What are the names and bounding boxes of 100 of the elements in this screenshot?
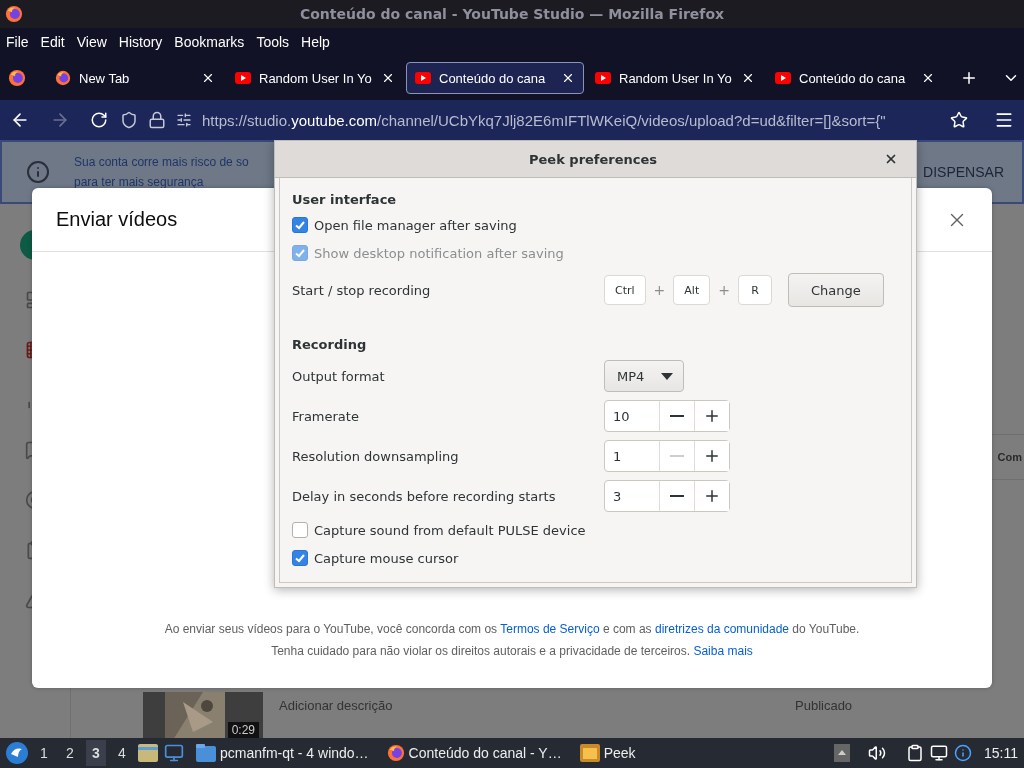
permissions-icon[interactable] xyxy=(176,112,192,128)
tab-title: Random User In Yo xyxy=(259,70,372,86)
desktop-icon[interactable] xyxy=(164,743,184,763)
tab-title: Random User In Yo xyxy=(619,70,732,86)
bookmark-star-icon[interactable] xyxy=(950,111,968,129)
close-icon[interactable] xyxy=(561,71,575,85)
browser-tab[interactable]: Random User In Yo xyxy=(226,62,404,94)
close-icon[interactable] xyxy=(381,71,395,85)
dialog-title: Peek preferences xyxy=(529,151,659,167)
spin-field[interactable]: 1 xyxy=(604,440,730,472)
minus-icon xyxy=(670,495,684,497)
firefox-icon xyxy=(386,744,405,762)
checkbox-label: Capture mouse cursor xyxy=(314,550,459,566)
column-header: Com xyxy=(997,451,1022,463)
folder-icon xyxy=(196,744,216,762)
menu-icon[interactable] xyxy=(994,110,1014,130)
checkbox[interactable] xyxy=(292,217,308,233)
close-icon[interactable] xyxy=(884,152,898,166)
section-heading: User interface xyxy=(292,192,398,207)
change-button[interactable]: Change xyxy=(787,273,884,307)
window-title: Conteúdo do canal - YouTube Studio — Mozilla Firefox xyxy=(299,6,725,22)
start-menu-icon[interactable] xyxy=(6,742,28,764)
key-cap: R xyxy=(737,275,772,305)
key-cap: Ctrl xyxy=(604,275,646,305)
workspace-button[interactable]: 3 xyxy=(86,740,106,766)
peek-icon xyxy=(579,744,600,762)
checkbox-label: Open file manager after saving xyxy=(314,217,517,233)
banner-text: Sua conta corre mais risco de so xyxy=(74,155,249,169)
terms-text: Tenha cuidado para não violar os direitos autorais e a privacidade de terceiros. Saiba mais xyxy=(271,644,753,658)
menu-item[interactable]: Tools xyxy=(256,34,290,50)
close-icon[interactable] xyxy=(201,71,215,85)
section-heading: Recording xyxy=(292,337,368,352)
tab-title: New Tab xyxy=(79,70,130,86)
browser-tab[interactable]: Conteúdo do cana xyxy=(766,62,944,94)
youtube-icon xyxy=(415,72,431,84)
plus-icon xyxy=(703,487,721,505)
update-icon[interactable] xyxy=(954,744,972,762)
menu-item[interactable]: Edit xyxy=(40,34,65,50)
menu-item[interactable]: File xyxy=(6,34,29,50)
shield-icon[interactable] xyxy=(120,111,138,129)
setting-label: Resolution downsampling xyxy=(292,448,460,464)
new-tab-icon[interactable] xyxy=(960,69,978,87)
workspace-button[interactable]: 2 xyxy=(60,740,80,766)
taskbar-window[interactable]: Peek xyxy=(573,744,642,762)
increment-button[interactable] xyxy=(694,401,729,431)
browser-tab[interactable]: New Tab xyxy=(46,62,224,94)
lock-icon[interactable] xyxy=(148,111,166,129)
banner-text: para ter mais segurança xyxy=(74,175,204,189)
setting-label: Output format xyxy=(292,368,386,384)
setting-label: Delay in seconds before recording starts xyxy=(292,488,557,504)
url-text: https://studio.youtube.com/channel/UCbYkq7Jlj82E6mIFTlWKeiQ/videos/upload?d=ud&filter=[]&sort={" xyxy=(202,111,887,129)
workspace-button[interactable]: 4 xyxy=(112,740,132,766)
plus-icon xyxy=(703,407,721,425)
plus-icon xyxy=(703,447,721,465)
spin-field[interactable]: 10 xyxy=(604,400,730,432)
youtube-icon xyxy=(235,72,251,84)
menu-item[interactable]: Help xyxy=(301,34,330,50)
plus-sign: + xyxy=(653,282,666,298)
tab-title: Conteúdo do cana xyxy=(439,70,546,86)
increment-button[interactable] xyxy=(694,481,729,511)
info-icon xyxy=(26,160,50,184)
window-label: pcmanfm-qt - 4 windo… xyxy=(220,745,369,761)
menu-item[interactable]: Bookmarks xyxy=(174,34,245,50)
menu-item[interactable]: History xyxy=(118,34,163,50)
key-cap: Alt xyxy=(673,275,711,305)
browser-tab[interactable]: Conteúdo do cana xyxy=(406,62,584,94)
spin-value: 1 xyxy=(612,447,623,466)
spin-value: 3 xyxy=(612,487,623,506)
firefox-icon xyxy=(55,70,71,86)
menu-item[interactable]: View xyxy=(76,34,107,50)
minus-icon xyxy=(670,455,684,457)
clock: 15:11 xyxy=(984,745,1018,761)
close-icon[interactable] xyxy=(741,71,755,85)
increment-button[interactable] xyxy=(694,441,729,471)
network-icon[interactable] xyxy=(930,744,948,762)
clipboard-icon[interactable] xyxy=(906,744,924,762)
close-icon[interactable] xyxy=(921,71,935,85)
checkbox[interactable] xyxy=(292,522,308,538)
volume-icon[interactable] xyxy=(868,744,886,762)
terms-text: Ao enviar seus vídeos para o YouTube, você concorda com os Termos de Serviço e com as diretrizes da comunidade do YouTube. xyxy=(164,622,860,636)
text-link[interactable]: Termos de Serviço xyxy=(500,622,600,636)
text-link[interactable]: Saiba mais xyxy=(693,644,753,658)
tab-title: Conteúdo do cana xyxy=(799,70,906,86)
window-label: Conteúdo do canal - Y… xyxy=(408,745,562,761)
browser-tab[interactable]: Random User In Yo xyxy=(586,62,764,94)
format-dropdown[interactable]: MP4 xyxy=(604,360,684,392)
workspace-button[interactable]: 1 xyxy=(34,740,54,766)
setting-label: Start / stop recording xyxy=(292,282,432,298)
spin-field[interactable]: 3 xyxy=(604,480,730,512)
checkbox-label: Capture sound from default PULSE device xyxy=(314,522,586,538)
window-label: Peek xyxy=(603,745,636,761)
youtube-icon xyxy=(775,72,791,84)
reload-icon[interactable] xyxy=(90,111,108,129)
spin-value: 10 xyxy=(612,407,631,426)
taskbar-window[interactable]: Conteúdo do canal - Y… xyxy=(380,744,568,762)
checkbox[interactable] xyxy=(292,550,308,566)
checkbox-label: Show desktop notification after saving xyxy=(314,245,564,261)
plus-sign: + xyxy=(718,282,730,298)
text-link[interactable]: diretrizes da comunidade xyxy=(654,622,790,636)
taskbar-window[interactable]: pcmanfm-qt - 4 windo… xyxy=(190,744,375,762)
